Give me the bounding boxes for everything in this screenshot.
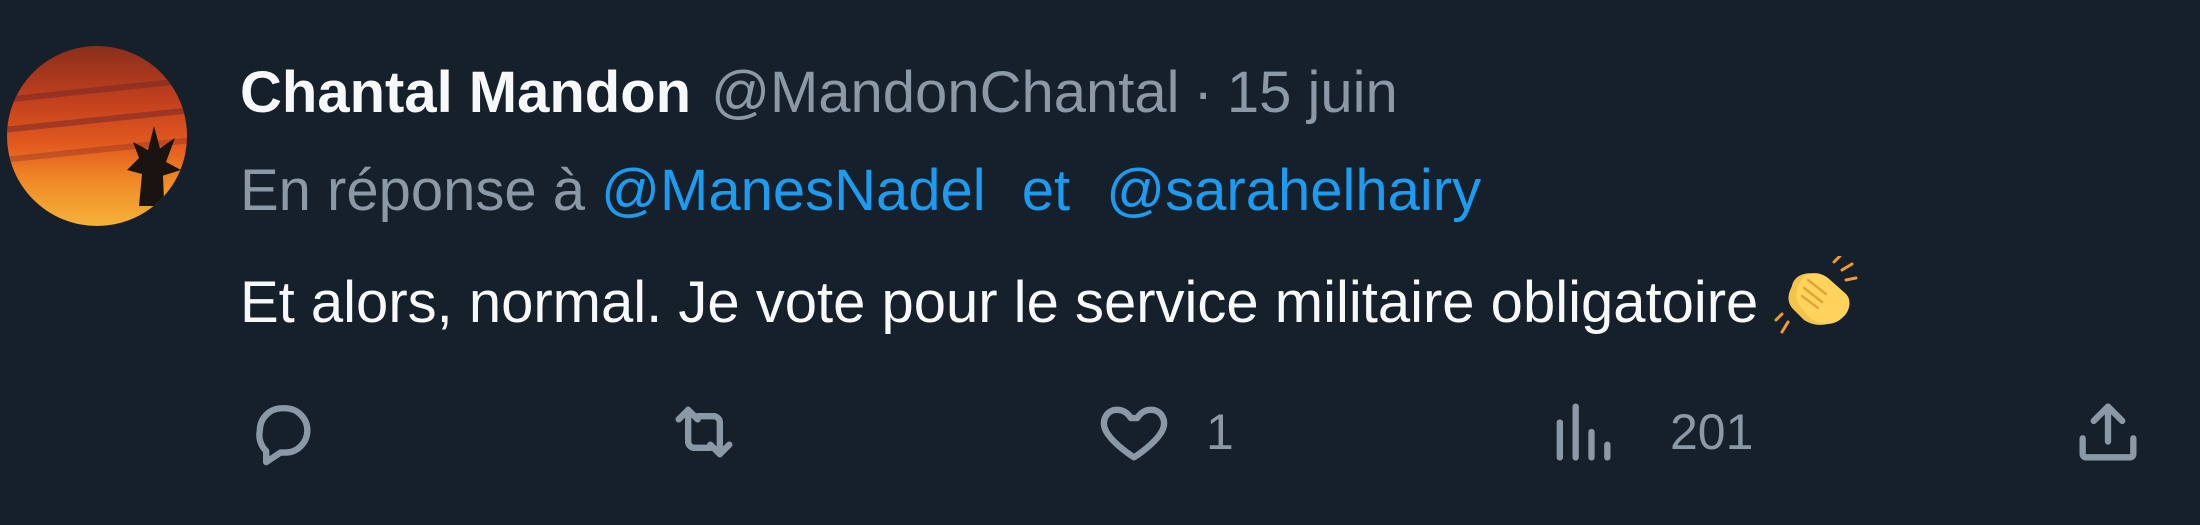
- reply-mention-1[interactable]: @ManesNadel: [601, 158, 986, 223]
- reply-prefix: En réponse à: [240, 158, 586, 223]
- tweet-date[interactable]: 15 juin: [1227, 58, 1398, 128]
- views-count: 201: [1670, 404, 1754, 460]
- reply-mention-2[interactable]: @sarahelhairy: [1106, 158, 1481, 223]
- tweet[interactable]: Chantal Mandon @MandonChantal · 15 juin …: [0, 0, 2200, 525]
- reply-icon: [256, 405, 311, 466]
- retweet-icon: [675, 406, 733, 458]
- header-separator: ·: [1193, 60, 1213, 125]
- reply-context: En réponse à @ManesNadel et @sarahelhair…: [240, 156, 1481, 226]
- reply-button[interactable]: [244, 392, 320, 472]
- author-name[interactable]: Chantal Mandon: [240, 58, 691, 128]
- tweet-body: Et alors, normal. Je vote pour le servic…: [240, 270, 1759, 335]
- like-count: 1: [1206, 404, 1234, 460]
- clapping-hands-icon: [1774, 254, 1860, 334]
- tweet-header: Chantal Mandon @MandonChantal · 15 juin: [240, 58, 1398, 128]
- heart-icon: [1100, 406, 1168, 461]
- views-icon: [1556, 403, 1611, 461]
- views-button[interactable]: 201: [1544, 392, 1753, 472]
- share-icon: [2079, 403, 2137, 461]
- reply-joiner: et: [1021, 158, 1071, 223]
- share-button[interactable]: [2070, 392, 2146, 472]
- tweet-text: Et alors, normal. Je vote pour le servic…: [240, 254, 1860, 338]
- author-handle[interactable]: @MandonChantal: [711, 58, 1179, 128]
- like-button[interactable]: 1: [1096, 392, 1234, 472]
- retweet-button[interactable]: [666, 392, 742, 472]
- action-bar: 1 201: [244, 392, 2144, 472]
- avatar[interactable]: [7, 46, 187, 226]
